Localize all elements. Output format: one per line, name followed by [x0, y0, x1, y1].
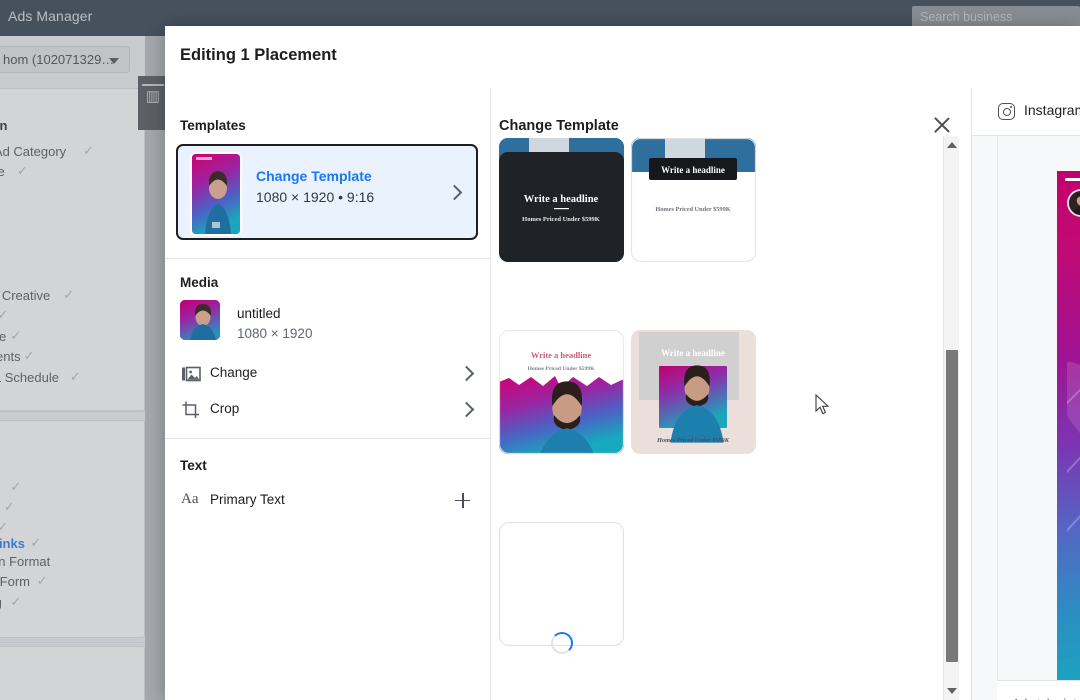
check-icon: ✓	[3, 499, 15, 514]
background-nav-item[interactable]: ial Ad Category	[0, 144, 66, 159]
templates-heading: Templates	[180, 118, 246, 133]
svg-text:Homes Priced Under $599K: Homes Priced Under $599K	[655, 206, 730, 213]
preview-model-image	[1067, 263, 1080, 681]
background-nav-item[interactable]: ant Form	[0, 574, 30, 589]
mouse-cursor	[815, 393, 831, 416]
svg-text:Write a headline: Write a headline	[531, 350, 592, 360]
media-crop-label: Crop	[210, 401, 240, 416]
bank-icon-top	[142, 84, 164, 86]
template-card-title: Change Template	[256, 168, 372, 184]
check-icon: ✓	[10, 328, 22, 343]
change-template-heading: Change Template	[499, 118, 619, 134]
media-name: untitled	[237, 306, 281, 321]
background-panel-campaign	[0, 88, 145, 412]
svg-text:Write a headline: Write a headline	[661, 165, 725, 175]
story-preview[interactable]: travis.thom Sponsored	[1057, 171, 1080, 681]
primary-text-row[interactable]: Aa Primary Text	[165, 483, 490, 519]
section-divider-templates	[165, 258, 490, 259]
template-option[interactable]: Write a headline Homes Priced Under $599K	[631, 138, 756, 262]
template-option[interactable]: Write a headline Homes Priced Under $599K	[499, 330, 624, 454]
media-thumbnail	[180, 300, 220, 340]
ad-preview-panel: Instagram Stories travis.thom Sponsored	[972, 88, 1080, 700]
svg-text:Homes Priced Under $599K: Homes Priced Under $599K	[522, 216, 600, 223]
background-nav-item[interactable]: ence	[0, 329, 6, 344]
app-title: Ads Manager	[8, 8, 93, 24]
template-grid-scrollbar[interactable]	[943, 136, 959, 700]
background-panel-extra	[0, 646, 145, 700]
background-divider-2	[0, 642, 145, 643]
template-option[interactable]: Write a headline Homes Priced Under $599K	[631, 330, 756, 454]
check-icon: ✓	[23, 348, 35, 363]
scroll-thumb[interactable]	[946, 350, 958, 662]
text-heading: Text	[180, 458, 207, 473]
editor-left-column: Templates Change Template 1080 × 1920 • …	[165, 88, 490, 700]
editing-placement-modal: Editing 1 Placement Templates Change Tem…	[165, 26, 1080, 700]
background-panel-adset	[0, 420, 145, 638]
chevron-down-icon	[109, 58, 119, 64]
media-change-row[interactable]: Change	[165, 356, 490, 392]
check-icon: ✓	[83, 143, 94, 158]
template-option-loading[interactable]	[499, 522, 624, 700]
background-divider-1	[0, 410, 145, 411]
template-card-subtitle: 1080 × 1920 • 9:16	[256, 189, 375, 205]
change-template-card[interactable]: Change Template 1080 × 1920 • 9:16	[176, 144, 478, 240]
svg-text:Homes Priced Under $599K: Homes Priced Under $599K	[528, 365, 596, 372]
check-icon: ✓	[10, 479, 22, 494]
check-icon: ✓	[17, 163, 28, 178]
check-icon: ✓	[36, 573, 48, 588]
chevron-right-icon	[446, 184, 463, 201]
template-option[interactable]: Write a headline Homes Priced Under $599K	[499, 138, 624, 262]
check-icon: ✓	[0, 307, 9, 322]
check-icon: ✓	[10, 594, 22, 609]
check-icon: ✓	[0, 519, 9, 534]
check-icon: ✓	[30, 535, 42, 550]
close-icon[interactable]	[932, 115, 952, 135]
svg-text:Homes Priced Under $599K: Homes Priced Under $599K	[656, 437, 730, 444]
scroll-down-arrow[interactable]	[947, 688, 957, 694]
plus-icon[interactable]	[455, 493, 470, 508]
background-nav-item[interactable]: king	[0, 595, 2, 610]
background-nav-item[interactable]: et & Schedule	[0, 370, 59, 385]
story-progress-bar	[1065, 178, 1080, 181]
bank-icon: ▥	[145, 88, 161, 105]
loading-spinner	[551, 632, 573, 654]
svg-text:Write a headline: Write a headline	[661, 348, 725, 358]
crop-icon	[181, 400, 201, 420]
background-nav-item[interactable]: stion Format	[0, 554, 50, 569]
account-selector[interactable]: hom (102071329…	[0, 46, 130, 73]
placement-label: Instagram Stories	[1024, 102, 1080, 118]
avatar	[1067, 189, 1080, 217]
change-template-panel: Change Template Write a headline Homes Pr…	[491, 88, 970, 700]
account-selector-label: hom (102071329…	[3, 52, 115, 67]
chevron-right-icon	[458, 401, 475, 418]
instagram-icon	[998, 103, 1015, 120]
chevron-right-icon	[458, 365, 475, 382]
check-icon: ✓	[69, 369, 81, 384]
modal-title: Editing 1 Placement	[180, 46, 337, 64]
background-nav-item[interactable]: & Links	[0, 536, 25, 551]
template-grid: Write a headline Homes Priced Under $599K…	[499, 138, 939, 700]
background-nav-item[interactable]: mic Creative	[0, 288, 50, 303]
background-nav-item[interactable]: ctive	[0, 164, 5, 179]
scroll-up-arrow[interactable]	[947, 142, 957, 148]
toolbar-strip[interactable]: ▥	[138, 76, 168, 130]
aa-text-icon: Aa	[181, 491, 199, 507]
check-icon: ✓	[63, 287, 75, 302]
preview-footer: Ad style, interaction or other elements …	[997, 680, 1080, 700]
media-crop-row[interactable]: Crop	[165, 392, 490, 428]
background-gray-column	[145, 36, 165, 700]
svg-text:Write a headline: Write a headline	[524, 194, 599, 205]
preview-header: Instagram Stories	[972, 88, 1080, 136]
section-divider-media	[165, 438, 490, 439]
search-placeholder: Search business	[920, 10, 1013, 24]
background-nav-item[interactable]: ements	[0, 349, 21, 364]
background-nav-item[interactable]: ign	[0, 118, 8, 133]
image-icon	[181, 364, 201, 384]
media-heading: Media	[180, 275, 219, 290]
template-card-thumbnail	[192, 154, 240, 234]
media-change-label: Change	[210, 365, 258, 380]
primary-text-label: Primary Text	[210, 492, 285, 507]
media-dimensions: 1080 × 1920	[237, 326, 313, 341]
